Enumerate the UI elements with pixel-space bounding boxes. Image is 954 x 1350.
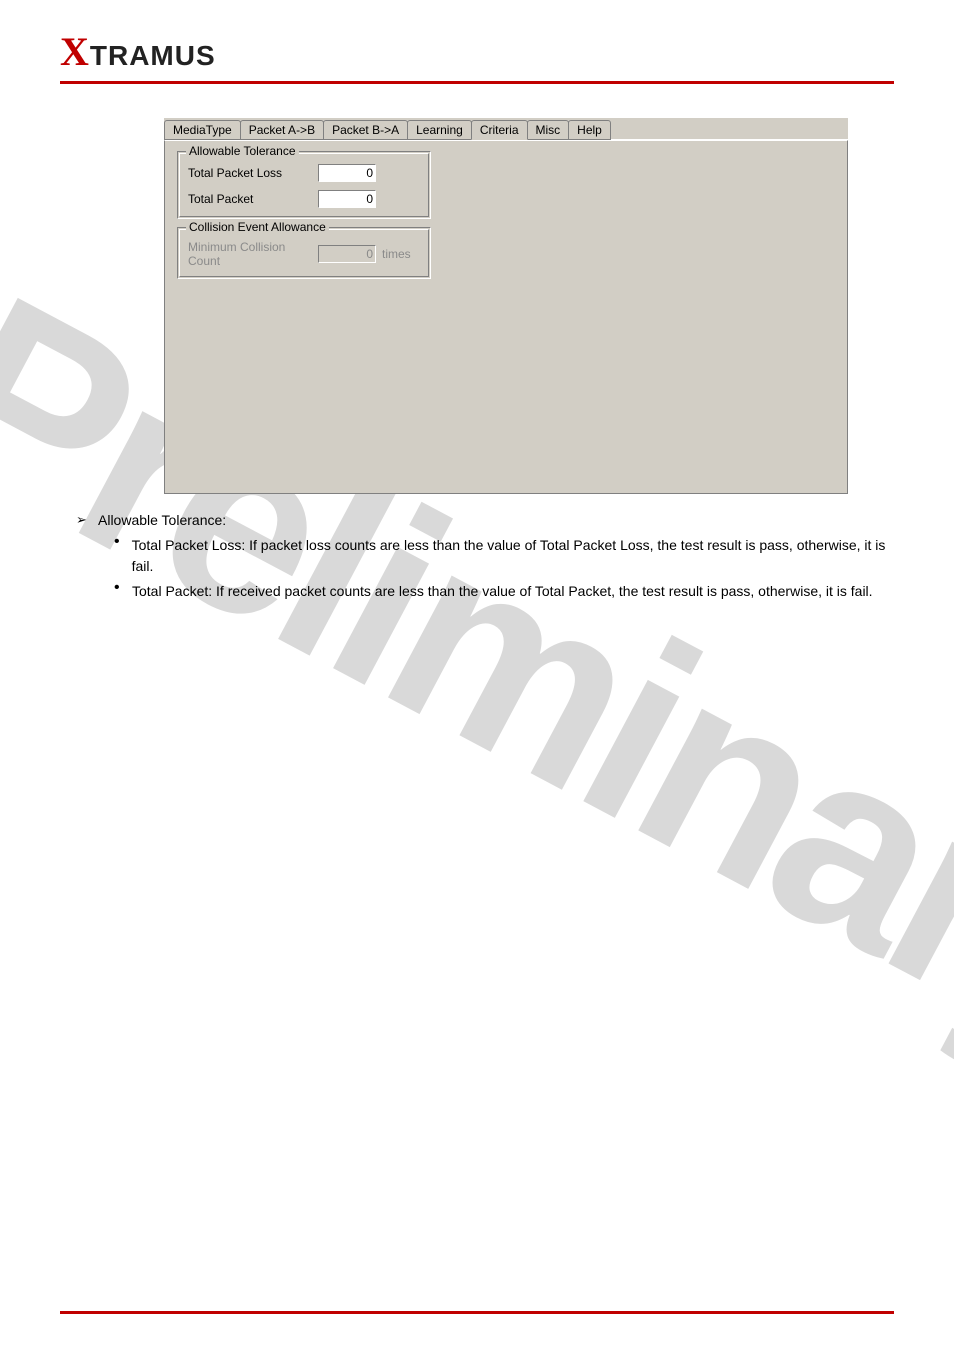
input-min-collision-count <box>318 245 376 263</box>
text-total-packet: Total Packet: If received packet counts … <box>132 581 873 602</box>
bullet-icon: • <box>114 581 132 602</box>
tab-mediatype[interactable]: MediaType <box>164 120 241 140</box>
header-divider <box>60 81 894 84</box>
dialog-screenshot: MediaType Packet A->B Packet B->A Learni… <box>164 118 848 494</box>
input-total-packet-loss[interactable] <box>318 164 376 182</box>
brand-logo-rest: TRAMUS <box>90 40 216 72</box>
brand-logo-x: X <box>60 28 88 75</box>
label-total-packet-loss: Total Packet Loss <box>188 166 318 180</box>
tab-body-criteria: Allowable Tolerance Total Packet Loss To… <box>164 140 848 494</box>
tab-learning[interactable]: Learning <box>407 120 472 140</box>
group-collision-title: Collision Event Allowance <box>186 220 329 234</box>
input-total-packet[interactable] <box>318 190 376 208</box>
tab-strip: MediaType Packet A->B Packet B->A Learni… <box>164 118 848 140</box>
tab-packet-b-a[interactable]: Packet B->A <box>323 120 408 140</box>
bullet-icon: • <box>114 535 132 577</box>
footer-divider <box>60 1311 894 1314</box>
text-allowable-heading: Allowable Tolerance: <box>98 510 226 531</box>
body-text: ➢ Allowable Tolerance: • Total Packet Lo… <box>60 510 894 602</box>
bullet-allowable-heading: ➢ Allowable Tolerance: <box>76 510 894 531</box>
tab-help[interactable]: Help <box>568 120 611 140</box>
label-total-packet: Total Packet <box>188 192 318 206</box>
group-allowable-title: Allowable Tolerance <box>186 144 299 158</box>
bullet-total-packet-loss: • Total Packet Loss: If packet loss coun… <box>114 535 894 577</box>
brand-logo: X TRAMUS <box>60 28 894 75</box>
label-unit-times: times <box>382 247 411 261</box>
label-min-collision-count: Minimum Collision Count <box>188 240 318 268</box>
group-collision-allowance: Collision Event Allowance Minimum Collis… <box>177 227 431 279</box>
tab-packet-a-b[interactable]: Packet A->B <box>240 120 324 140</box>
text-total-packet-loss: Total Packet Loss: If packet loss counts… <box>132 535 894 577</box>
chevron-right-icon: ➢ <box>76 510 98 531</box>
group-allowable-tolerance: Allowable Tolerance Total Packet Loss To… <box>177 151 431 219</box>
tab-misc[interactable]: Misc <box>527 120 570 140</box>
tab-criteria[interactable]: Criteria <box>471 120 528 140</box>
bullet-total-packet: • Total Packet: If received packet count… <box>114 581 894 602</box>
